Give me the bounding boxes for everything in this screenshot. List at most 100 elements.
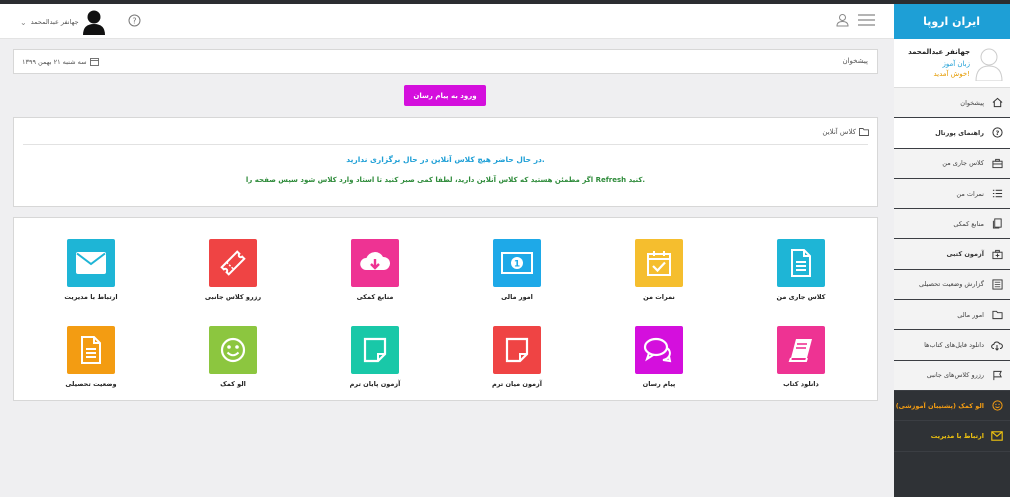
tile-label: منابع کمکی bbox=[356, 293, 394, 301]
tile-label: کلاس جاری من bbox=[776, 293, 826, 301]
reserve-icon bbox=[991, 369, 1003, 381]
tile-label: دانلود کتاب bbox=[783, 380, 819, 388]
sidebar-item-label: پیشخوان bbox=[960, 98, 984, 107]
brand-logo[interactable]: ایران اروپا bbox=[894, 4, 1010, 39]
help-circle-icon: ? bbox=[991, 127, 1003, 139]
list-icon bbox=[991, 188, 1003, 200]
envelope-icon bbox=[67, 239, 115, 287]
profile-role: زبان آموز bbox=[942, 60, 970, 68]
divider bbox=[23, 144, 868, 145]
paper-icon bbox=[493, 326, 541, 374]
tile-label: آزمون پایان ترم bbox=[349, 380, 401, 388]
avatar bbox=[975, 48, 1003, 81]
sidebar-item-label: منابع کمکی bbox=[953, 219, 984, 228]
sidebar-menu: پیشخوان راهنمای پورتال ? کلاس جاری من نم… bbox=[894, 88, 1010, 452]
user-icon[interactable] bbox=[836, 13, 849, 27]
exam-briefcase-icon bbox=[991, 248, 1003, 260]
online-class-title: کلاس آنلاین bbox=[822, 128, 869, 136]
tile-label: الو کمک bbox=[220, 380, 246, 388]
profile-name: جهانفر عبدالمحمد bbox=[908, 48, 970, 56]
sidebar-item-my-grades[interactable]: نمرات من bbox=[894, 178, 1010, 210]
tile-side-class-reservation[interactable]: رزرو کلاس جانبی bbox=[188, 239, 278, 301]
svg-text:?: ? bbox=[132, 16, 136, 25]
sidebar-item-label: الو کمک (پشتیبان آموزشی) bbox=[895, 401, 984, 410]
sidebar-item-label: دانلود فایل‌های کتاب‌ها bbox=[924, 341, 984, 350]
profile-card: جهانفر عبدالمحمد زبان آموز خوش آمدید! bbox=[894, 39, 1010, 88]
cloud-download-icon bbox=[351, 239, 399, 287]
tile-messenger[interactable]: پیام رسان bbox=[614, 326, 704, 388]
report-book-icon bbox=[991, 278, 1003, 290]
briefcase-icon bbox=[991, 157, 1003, 169]
files-icon bbox=[991, 218, 1003, 230]
calendar-check-icon bbox=[635, 239, 683, 287]
sidebar-item-label: گزارش وضعیت تحصیلی bbox=[918, 280, 984, 289]
tile-label: پیام رسان bbox=[642, 380, 676, 388]
online-class-title-text: کلاس آنلاین bbox=[822, 128, 856, 136]
sidebar-item-contact-management[interactable]: ارتباط با مدیریت bbox=[894, 421, 1010, 452]
sidebar-item-portal-guide[interactable]: راهنمای پورتال ? bbox=[894, 118, 1010, 149]
sidebar-item-resources[interactable]: منابع کمکی bbox=[894, 209, 1010, 240]
tile-label: نمرات من bbox=[643, 293, 675, 301]
tile-contact-management[interactable]: ارتباط با مدیریت bbox=[46, 239, 136, 301]
sidebar-item-dashboard[interactable]: پیشخوان bbox=[894, 88, 1010, 119]
tile-download-book[interactable]: دانلود کتاب bbox=[756, 326, 846, 388]
tile-label: ارتباط با مدیریت bbox=[64, 293, 118, 301]
tile-label: آزمون میان ترم bbox=[491, 380, 543, 388]
sidebar-item-label: نمرات من bbox=[956, 189, 984, 198]
avatar bbox=[82, 10, 105, 35]
mail-icon bbox=[991, 430, 1003, 442]
calendar-icon bbox=[89, 58, 99, 66]
no-online-class-message: در حال حاضر هیچ کلاس آنلاین در حال برگزا… bbox=[346, 155, 545, 164]
tile-resources[interactable]: منابع کمکی bbox=[330, 239, 420, 301]
tile-current-class[interactable]: کلاس جاری من bbox=[756, 239, 846, 301]
money-icon: 1 bbox=[493, 239, 541, 287]
sidebar-item-current-class[interactable]: کلاس جاری من bbox=[894, 148, 1010, 179]
breadcrumb: پیشخوان سه شنبه ۲۱ بهمن ۱۳۹۹ bbox=[13, 49, 878, 74]
folder-icon bbox=[859, 128, 869, 136]
help-icon[interactable]: ? bbox=[128, 14, 141, 27]
hamburger-menu-icon[interactable] bbox=[858, 14, 875, 26]
tile-allo-help[interactable]: الو کمک bbox=[188, 326, 278, 388]
tile-finance[interactable]: 1 امور مالی bbox=[472, 239, 562, 301]
tile-label: وضعیت تحصیلی bbox=[65, 380, 117, 388]
sidebar-item-written-exam[interactable]: آزمون کتبی bbox=[894, 239, 1010, 270]
sidebar-item-label: رزرو کلاس‌های جانبی bbox=[926, 371, 984, 380]
tile-label: امور مالی bbox=[501, 293, 533, 301]
ticket-icon bbox=[209, 239, 257, 287]
sidebar-item-book-downloads[interactable]: دانلود فایل‌های کتاب‌ها bbox=[894, 330, 1010, 361]
profile-welcome: خوش آمدید! bbox=[933, 70, 970, 78]
sidebar-item-academic-report[interactable]: گزارش وضعیت تحصیلی bbox=[894, 269, 1010, 301]
book-icon bbox=[777, 326, 825, 374]
tile-final-exam[interactable]: آزمون پایان ترم bbox=[330, 326, 420, 388]
sidebar-item-label: امور مالی bbox=[957, 310, 984, 319]
cloud-download-icon bbox=[991, 339, 1003, 351]
folder-icon bbox=[991, 309, 1003, 321]
svg-text:?: ? bbox=[995, 129, 999, 137]
sidebar-item-label: راهنمای پورتال bbox=[935, 128, 984, 137]
sidebar-item-label: ارتباط با مدیریت bbox=[930, 431, 984, 440]
svg-text:1: 1 bbox=[514, 260, 520, 270]
sidebar-item-finance[interactable]: امور مالی bbox=[894, 300, 1010, 331]
quick-access-grid: کلاس جاری من نمرات من 1 امور مالی منابع … bbox=[13, 217, 878, 401]
document-icon bbox=[67, 326, 115, 374]
current-date: سه شنبه ۲۱ بهمن ۱۳۹۹ bbox=[22, 57, 99, 66]
user-name: جهانفر عبدالمحمد bbox=[30, 18, 79, 26]
sidebar-item-label: کلاس جاری من bbox=[942, 159, 984, 168]
refresh-hint-message: اگر مطمئن هستید که کلاس آنلاین دارید، لط… bbox=[245, 176, 646, 184]
chat-icon bbox=[635, 326, 683, 374]
tile-academic-status[interactable]: وضعیت تحصیلی bbox=[46, 326, 136, 388]
sidebar-item-side-class-reservation[interactable]: رزرو کلاس‌های جانبی bbox=[894, 360, 1010, 391]
tile-midterm-exam[interactable]: آزمون میان ترم bbox=[472, 326, 562, 388]
document-icon bbox=[777, 239, 825, 287]
user-menu[interactable]: ⌄ جهانفر عبدالمحمد bbox=[20, 8, 105, 36]
brand-title: ایران اروپا bbox=[923, 15, 980, 28]
tile-label: رزرو کلاس جانبی bbox=[204, 293, 262, 301]
smile-icon bbox=[209, 326, 257, 374]
sidebar: ایران اروپا جهانفر عبدالمحمد زبان آموز خ… bbox=[894, 4, 1010, 497]
sidebar-item-allo-help[interactable]: الو کمک (پشتیبان آموزشی) bbox=[894, 391, 1010, 422]
tile-my-grades[interactable]: نمرات من bbox=[614, 239, 704, 301]
online-class-panel: کلاس آنلاین در حال حاضر هیچ کلاس آنلاین … bbox=[13, 117, 878, 207]
paper-icon bbox=[351, 326, 399, 374]
enter-messenger-button[interactable]: ورود به پیام رسان bbox=[404, 85, 486, 106]
chevron-down-icon: ⌄ bbox=[20, 17, 27, 27]
